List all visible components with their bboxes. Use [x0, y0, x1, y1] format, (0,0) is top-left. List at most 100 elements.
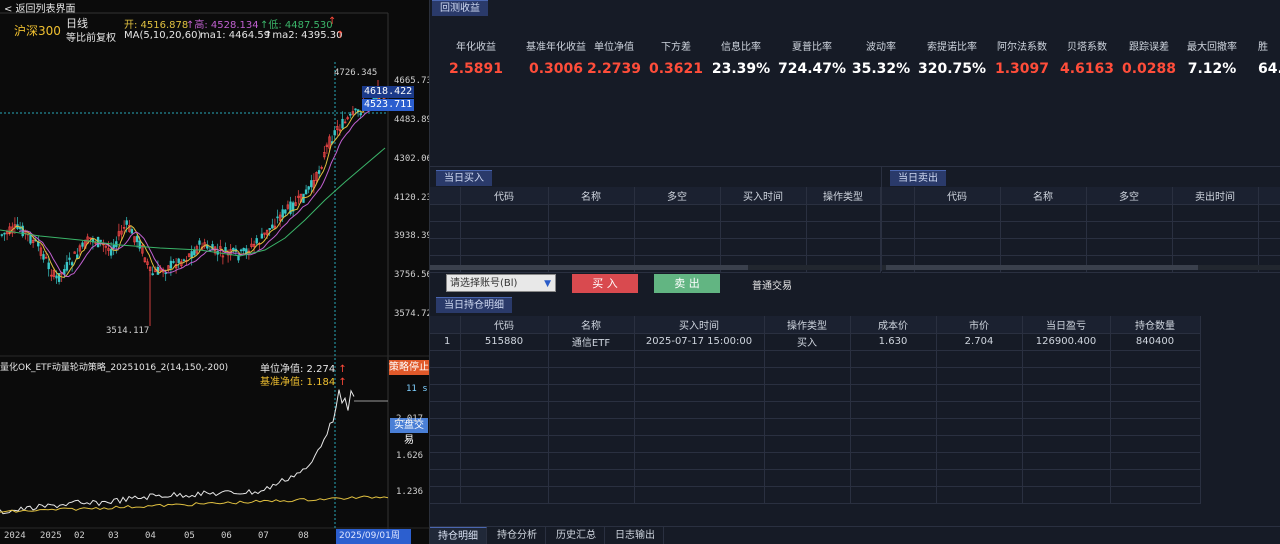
ma2-label: ↑ma2: 4395.30 [264, 30, 343, 41]
candle-body [125, 220, 128, 225]
unit-net-line [0, 389, 355, 515]
candle-body [138, 240, 141, 249]
account-select[interactable]: 请选择账号(Bl) ▼ [446, 274, 556, 292]
candlestick-series [0, 80, 388, 326]
bench-net-label: 基准净值: 1.184 ↑ [260, 377, 347, 388]
candle-body [276, 216, 279, 219]
price-tick: 4302.065 [394, 154, 429, 164]
strategy-title: 量化OK_ETF动量轮动策略_20251016_2(14,150,-200) [0, 363, 229, 373]
sell-table-hscrollbar[interactable] [886, 265, 1198, 270]
high-label: ↑高: 4528.134 [186, 20, 259, 31]
candle-body [164, 272, 167, 275]
tab-log-output[interactable]: 日志输出 [607, 527, 664, 544]
candle-body [239, 249, 243, 252]
candle-body [182, 259, 186, 261]
net-tick: 2.017 [396, 414, 424, 424]
candle-body [271, 224, 274, 229]
x-tick: 04 [145, 531, 156, 541]
tab-backtest-returns[interactable]: 回测收益 [432, 0, 488, 16]
adjust-mode-label[interactable]: 等比前复权 [66, 29, 116, 44]
metric-info-ratio: 信息比率 23.39% [711, 42, 771, 77]
metric-volatility: 波动率 35.32% [851, 42, 911, 77]
metric-win-rate: 胜64.2 [1258, 42, 1280, 77]
col-direction[interactable]: 多空 [1086, 187, 1173, 205]
bench-net-line [0, 495, 389, 513]
ma2-arrow-icon: ↑ [336, 30, 345, 41]
row-index: 1 [430, 333, 461, 351]
min-price-label: 3514.117 [106, 326, 150, 336]
cell-name: 通信ETF [548, 333, 635, 351]
candle-body [99, 239, 102, 242]
divider [430, 166, 1280, 167]
candle-body [242, 247, 245, 252]
table-row[interactable]: 1 515880 通信ETF 2025-07-17 15:00:00 买入 1.… [430, 333, 1201, 351]
candle-body [112, 245, 115, 249]
x-tick: 07 [258, 531, 269, 541]
col-op-type[interactable]: 操作类型 [806, 187, 881, 205]
candle-body [29, 235, 32, 244]
metric-sharpe: 夏普比率 724.47% [777, 42, 847, 77]
tab-holdings-detail[interactable]: 持仓明细 [430, 527, 487, 544]
candle-body [349, 113, 352, 116]
col-name[interactable]: 名称 [548, 316, 635, 334]
x-tick: 2025 [40, 531, 62, 541]
ma-params-label: MA(5,10,20,60) [124, 30, 202, 41]
sell-button[interactable]: 卖 出 [654, 274, 720, 293]
col-price[interactable]: 市价 [936, 316, 1023, 334]
candle-body [169, 260, 173, 269]
holdings-table: 代码 名称 买入时间 操作类型 成本价 市价 当日盈亏 持仓数量 1 51588… [430, 316, 1201, 504]
crosshair-date-badge: 2025/09/01周 [336, 529, 411, 544]
col-qty[interactable]: 持仓数量 [1110, 316, 1201, 334]
x-tick: 03 [108, 531, 119, 541]
candle-body [284, 209, 287, 214]
stop-strategy-button[interactable]: 策略停止 [389, 360, 429, 375]
tab-history-summary[interactable]: 历史汇总 [548, 527, 605, 544]
candle-body [109, 248, 113, 256]
col-pnl[interactable]: 当日盈亏 [1022, 316, 1111, 334]
candle-body [151, 273, 154, 276]
low-label: ↑低: 4487.530 [260, 20, 333, 31]
max-price-label: 4726.345 [334, 68, 378, 78]
trade-mode-label[interactable]: 普通交易 [752, 277, 792, 292]
candle-body [310, 180, 313, 188]
cell-price: 2.704 [936, 333, 1023, 351]
candle-body [333, 130, 336, 136]
x-tick: 2024 [4, 531, 26, 541]
tab-holdings-analysis[interactable]: 持仓分析 [489, 527, 546, 544]
net-tick: 1.626 [396, 451, 424, 461]
price-tick: 4665.734 [394, 76, 429, 86]
col-code[interactable]: 代码 [460, 316, 549, 334]
col-code[interactable]: 代码 [914, 187, 1001, 205]
open-label: 开: 4516.878 [124, 20, 189, 31]
col-direction[interactable]: 多空 [634, 187, 721, 205]
buy-table-hscrollbar[interactable] [430, 265, 748, 270]
candle-body [70, 262, 74, 266]
col-name[interactable]: 名称 [1000, 187, 1087, 205]
candle-body [304, 189, 308, 195]
candle-body [307, 186, 310, 190]
col-code[interactable]: 代码 [460, 187, 549, 205]
col-buy-time[interactable]: 买入时间 [634, 316, 765, 334]
candle-body [268, 228, 271, 230]
cell-buy-time: 2025-07-17 15:00:00 [634, 333, 765, 351]
chevron-down-icon: ▼ [544, 279, 551, 289]
ma60-line [0, 147, 386, 257]
buy-button[interactable]: 买 入 [572, 274, 638, 293]
candle-body [135, 235, 139, 243]
col-op-type[interactable]: 操作类型 [764, 316, 851, 334]
back-to-list-link[interactable]: < 返回列表界面 [0, 0, 76, 15]
col-name[interactable]: 名称 [548, 187, 635, 205]
tab-sell-today[interactable]: 当日卖出 [890, 170, 946, 186]
col-cost[interactable]: 成本价 [850, 316, 937, 334]
candle-body [0, 234, 4, 236]
tab-holdings-today[interactable]: 当日持仓明细 [436, 297, 512, 313]
candle-body [76, 254, 79, 259]
kline-chart-panel[interactable]: < 返回列表界面 沪深300 日线 等比前复权 开: 4516.878 ↑高: … [0, 0, 430, 544]
net-tick: 11 s [406, 384, 428, 394]
cell-cost: 1.630 [850, 333, 937, 351]
tab-buy-today[interactable]: 当日买入 [436, 170, 492, 186]
price-tick: 3756.563 [394, 270, 429, 280]
candle-body [177, 258, 180, 263]
col-buy-time[interactable]: 买入时间 [720, 187, 807, 205]
col-sell-time[interactable]: 卖出时间 [1172, 187, 1259, 205]
